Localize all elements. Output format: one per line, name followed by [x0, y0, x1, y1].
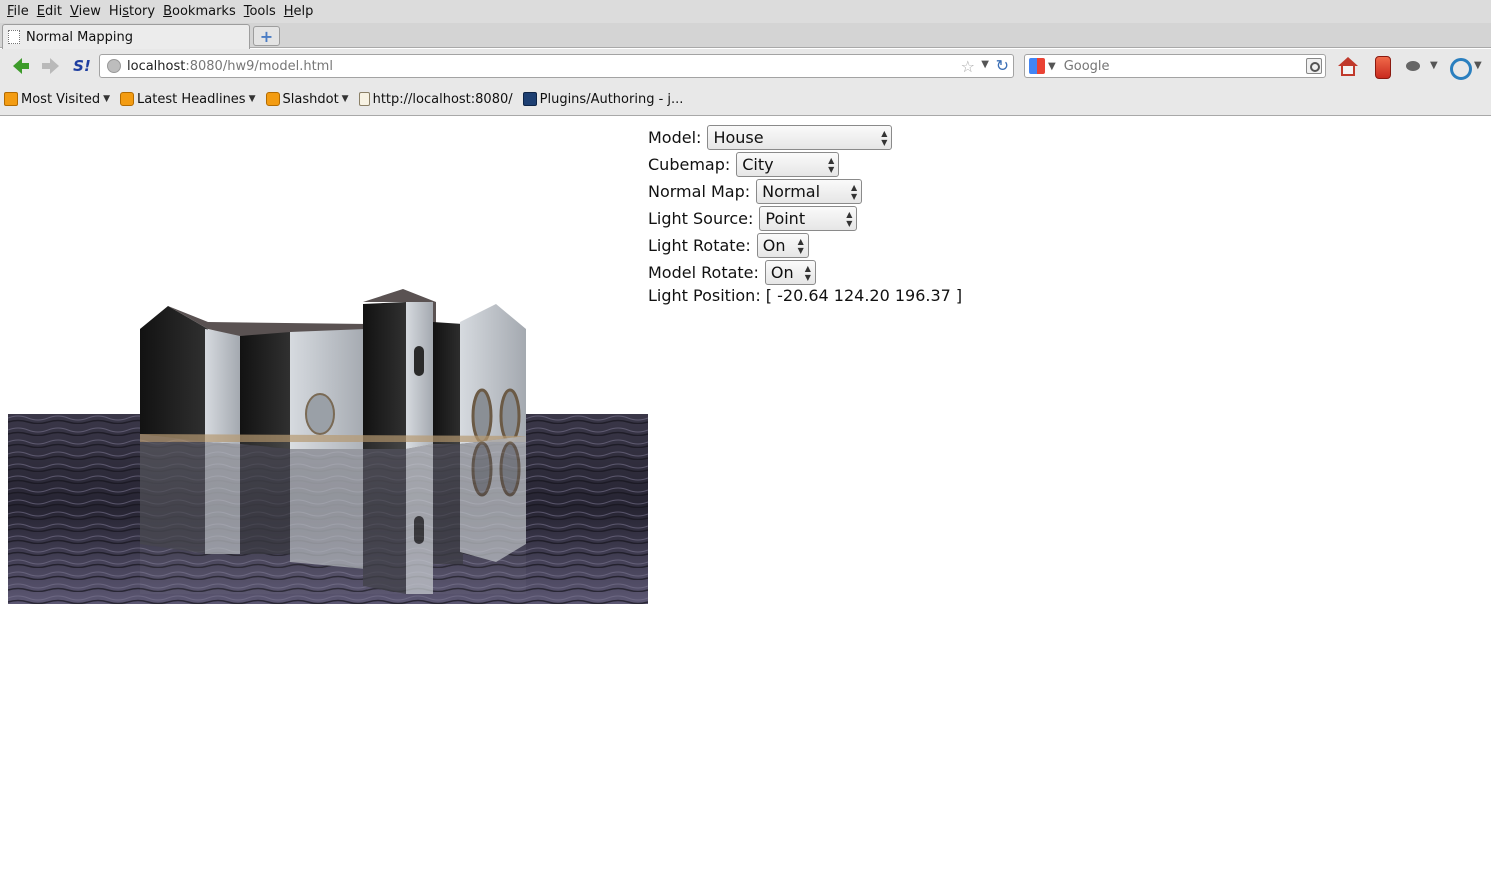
cubemap-label: Cubemap: — [648, 155, 731, 174]
model-rotate-row: Model Rotate: On ▲ ▼ — [648, 260, 816, 285]
search-bar: ▼ — [1024, 54, 1326, 78]
s-addon-icon: S! — [73, 57, 91, 75]
forward-arrow-icon — [41, 58, 59, 74]
menu-bookmarks[interactable]: Bookmarks — [159, 4, 240, 19]
reload-icon[interactable]: ↻ — [996, 56, 1009, 75]
navigation-toolbar: S! localhost:8080/hw9/model.html ☆ ▼ ↻ ▼… — [0, 49, 1491, 83]
back-button[interactable] — [6, 56, 29, 76]
menu-edit[interactable]: Edit — [33, 4, 66, 19]
select-arrows-icon: ▲ ▼ — [828, 156, 835, 174]
light-source-row: Light Source: Point ▲ ▼ — [648, 206, 858, 231]
menu-view[interactable]: View — [66, 4, 105, 19]
url-text[interactable]: localhost:8080/hw9/model.html — [127, 59, 333, 74]
bookmarks-toolbar: Most Visited ▼ Latest Headlines ▼ Slashdot… — [0, 83, 1491, 116]
new-tab-button[interactable]: + — [253, 26, 280, 46]
site-icon — [522, 92, 537, 106]
house-reflection — [140, 436, 526, 594]
page-icon — [358, 92, 370, 106]
select-arrows-icon: ▲ ▼ — [797, 237, 804, 255]
model-rotate-label: Model Rotate: — [648, 263, 759, 282]
addon-bug-icon[interactable] — [1403, 56, 1425, 78]
select-arrows-icon: ▲ ▼ — [850, 183, 858, 201]
bookmark-latest-headlines[interactable]: Latest Headlines ▼ — [120, 92, 256, 107]
rss-icon — [120, 92, 135, 106]
addon-network-icon[interactable] — [1448, 56, 1472, 80]
chevron-down-icon: ▼ — [341, 94, 349, 104]
tab-normal-mapping[interactable]: Normal Mapping — [2, 24, 250, 49]
url-bar[interactable]: localhost:8080/hw9/model.html ☆ ▼ ↻ — [99, 54, 1014, 78]
menu-help[interactable]: Help — [280, 4, 318, 19]
menu-tools[interactable]: Tools — [240, 4, 280, 19]
light-position-label: Light Position: — [648, 286, 761, 305]
cubemap-row: Cubemap: City ▲ ▼ — [648, 152, 840, 177]
light-rotate-row: Light Rotate: On ▲ ▼ — [648, 233, 809, 258]
addon-bug-dropdown-icon[interactable]: ▼ — [1430, 60, 1438, 71]
bookmark-localhost[interactable]: http://localhost:8080/ — [358, 92, 513, 107]
bookmark-plugins-authoring[interactable]: Plugins/Authoring - j... — [522, 92, 683, 107]
home-icon[interactable] — [1337, 56, 1359, 78]
bookmark-most-visited[interactable]: Most Visited ▼ — [4, 92, 110, 107]
webgl-canvas[interactable] — [8, 124, 648, 604]
normal-map-row: Normal Map: Normal ▲ ▼ — [648, 179, 863, 204]
light-position-readout: Light Position: [ -20.64 124.20 196.37 ] — [648, 286, 962, 305]
model-label: Model: — [648, 128, 702, 147]
menu-bar: File Edit View History Bookmarks Tools H… — [0, 0, 1491, 23]
model-select[interactable]: House ▲ ▼ — [707, 125, 893, 150]
plus-icon: + — [259, 26, 274, 46]
bookmark-slashdot[interactable]: Slashdot ▼ — [265, 92, 349, 107]
light-source-label: Light Source: — [648, 209, 754, 228]
tab-strip: Normal Mapping + — [0, 23, 1491, 49]
menu-file[interactable]: File — [3, 4, 33, 19]
light-rotate-select[interactable]: On ▲ ▼ — [756, 233, 809, 258]
select-arrows-icon: ▲ ▼ — [846, 210, 853, 228]
chevron-down-icon: ▼ — [103, 94, 111, 104]
light-source-select[interactable]: Point ▲ ▼ — [759, 206, 858, 231]
select-arrows-icon: ▲ ▼ — [804, 264, 811, 282]
search-engine-dropdown-icon[interactable]: ▼ — [1048, 61, 1056, 72]
select-arrows-icon: ▲ ▼ — [881, 129, 888, 147]
model-row: Model: House ▲ ▼ — [648, 125, 893, 150]
cubemap-select[interactable]: City ▲ ▼ — [736, 152, 840, 177]
forward-button[interactable] — [39, 56, 61, 76]
back-arrow-icon — [12, 58, 29, 74]
light-rotate-label: Light Rotate: — [648, 236, 751, 255]
house-model — [140, 289, 526, 449]
addon-network-dropdown-icon[interactable]: ▼ — [1474, 60, 1482, 71]
normal-map-label: Normal Map: — [648, 182, 751, 201]
rss-folder-icon — [4, 92, 18, 106]
google-icon[interactable] — [1029, 58, 1045, 74]
light-position-value: [ -20.64 124.20 196.37 ] — [765, 286, 963, 305]
stumble-addon-button[interactable]: S! — [71, 56, 93, 76]
chevron-down-icon: ▼ — [248, 94, 256, 104]
normal-map-select[interactable]: Normal ▲ ▼ — [756, 179, 863, 204]
tab-title: Normal Mapping — [26, 29, 133, 45]
search-icon[interactable] — [1306, 58, 1322, 74]
rss-icon — [265, 92, 280, 106]
url-history-dropdown-icon[interactable]: ▼ — [981, 59, 989, 70]
menu-history[interactable]: History — [105, 4, 159, 19]
model-rotate-select[interactable]: On ▲ ▼ — [764, 260, 816, 285]
page-icon — [8, 30, 20, 44]
bookmark-star-icon[interactable]: ☆ — [961, 57, 975, 76]
globe-icon — [107, 59, 121, 73]
search-input[interactable] — [1063, 58, 1304, 74]
addon-jar-icon[interactable] — [1372, 56, 1394, 79]
